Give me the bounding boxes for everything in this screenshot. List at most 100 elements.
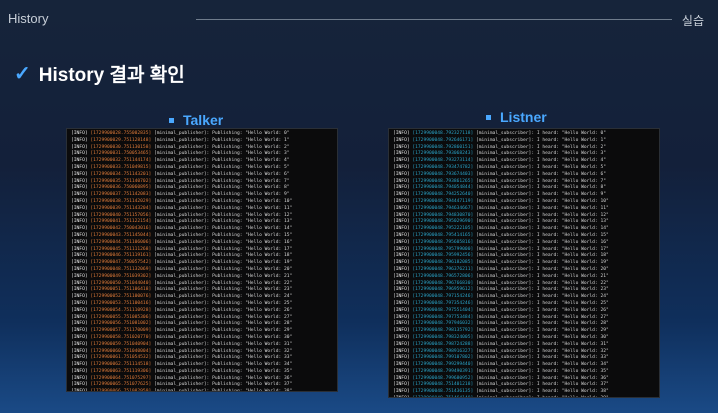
log-line: [INFO] [1729900048.799490391] [minimal_s… [393, 369, 655, 376]
log-message: [minimal_publisher]: Publishing: "Hello … [154, 300, 293, 306]
log-timestamp: [1729900059.751040904] [87, 341, 154, 347]
log-level: [INFO] [393, 144, 410, 150]
log-message: [minimal_publisher]: Publishing: "Hello … [154, 246, 293, 252]
log-message: [minimal_subscriber]: I heard: "Hello Wo… [476, 294, 609, 300]
header-divider [196, 19, 672, 20]
log-line: [INFO] [1729900049.751464140] [minimal_s… [393, 396, 655, 397]
log-timestamp: [1729900052.751100076] [87, 294, 154, 300]
log-message: [minimal_publisher]: Publishing: "Hello … [154, 314, 293, 320]
log-message: [minimal_subscriber]: I heard: "Hello Wo… [476, 232, 609, 238]
log-level: [INFO] [393, 314, 410, 320]
log-message: [minimal_publisher]: Publishing: "Hello … [154, 341, 293, 347]
log-message: [minimal_publisher]: Publishing: "Hello … [154, 137, 290, 143]
log-line: [INFO] [1729900048.793474782] [minimal_s… [393, 165, 655, 172]
log-line: [INFO] [1729900058.751020770] [minimal_p… [71, 335, 333, 342]
log-level: [INFO] [393, 246, 410, 252]
log-timestamp: [1729900043.751145044] [87, 232, 154, 238]
log-timestamp: [1729900048.798724288] [409, 341, 476, 347]
log-level: [INFO] [393, 164, 410, 170]
log-message: [minimal_subscriber]: I heard: "Hello Wo… [476, 375, 609, 381]
log-level: [INFO] [393, 294, 410, 300]
talker-label: Talker [183, 112, 224, 128]
log-message: [minimal_publisher]: Publishing: "Hello … [154, 389, 293, 392]
log-timestamp: [1729900062.751114518] [87, 362, 154, 368]
log-message: [minimal_subscriber]: I heard: "Hello Wo… [476, 389, 609, 395]
log-level: [INFO] [71, 314, 88, 320]
log-level: [INFO] [393, 382, 410, 388]
log-level: [INFO] [393, 287, 410, 293]
log-message: [minimal_subscriber]: I heard: "Hello Wo… [476, 341, 609, 347]
log-line: [INFO] [1729900048.792327118] [minimal_s… [393, 131, 655, 138]
log-message: [minimal_subscriber]: I heard: "Hello Wo… [476, 151, 606, 157]
log-timestamp: [1729900060.751040004] [87, 348, 154, 354]
log-level: [INFO] [393, 396, 410, 397]
log-message: [minimal_publisher]: Publishing: "Hello … [154, 239, 293, 245]
bullet-icon [486, 114, 491, 120]
log-level: [INFO] [393, 280, 410, 286]
log-message: [minimal_subscriber]: I heard: "Hello Wo… [476, 239, 609, 245]
log-level: [INFO] [71, 287, 88, 293]
log-level: [INFO] [393, 219, 410, 225]
log-line: [INFO] [1729900028.755002835] [minimal_p… [71, 131, 333, 138]
log-timestamp: [1729900050.751044040] [87, 280, 154, 286]
log-message: [minimal_subscriber]: I heard: "Hello Wo… [476, 226, 609, 232]
log-line: [INFO] [1729900048.792646171] [minimal_s… [393, 138, 655, 145]
log-message: [minimal_subscriber]: I heard: "Hello Wo… [476, 355, 609, 361]
log-timestamp: [1729900038.751142029] [87, 198, 154, 204]
log-level: [INFO] [393, 334, 410, 340]
log-timestamp: [1729900031.750053465] [87, 151, 154, 157]
log-level: [INFO] [393, 348, 410, 354]
log-message: [minimal_subscriber]: I heard: "Hello Wo… [476, 205, 609, 211]
log-message: [minimal_publisher]: Publishing: "Hello … [154, 321, 293, 327]
log-level: [INFO] [71, 266, 88, 272]
log-message: [minimal_publisher]: Publishing: "Hello … [154, 280, 293, 286]
log-message: [minimal_publisher]: Publishing: "Hello … [154, 273, 293, 279]
log-level: [INFO] [71, 253, 88, 259]
log-line: [INFO] [1729900048.795222105] [minimal_s… [393, 226, 655, 233]
log-message: [minimal_publisher]: Publishing: "Hello … [154, 158, 290, 164]
log-message: [minimal_publisher]: Publishing: "Hello … [154, 348, 293, 354]
log-timestamp: [1729900047.750057542] [87, 260, 154, 266]
log-line: [INFO] [1729900048.798324005] [minimal_s… [393, 335, 655, 342]
log-timestamp: [1729900048.795414165] [409, 232, 476, 238]
log-level: [INFO] [71, 328, 88, 334]
log-message: [minimal_subscriber]: I heard: "Hello Wo… [476, 382, 609, 388]
log-level: [INFO] [393, 178, 410, 184]
log-level: [INFO] [71, 375, 88, 381]
log-timestamp: [1729900065.751077625] [87, 382, 154, 388]
log-message: [minimal_subscriber]: I heard: "Hello Wo… [476, 368, 609, 374]
log-message: [minimal_subscriber]: I heard: "Hello Wo… [476, 178, 606, 184]
log-timestamp: [1729900048.792646171] [409, 137, 476, 143]
log-level: [INFO] [393, 266, 410, 272]
log-level: [INFO] [71, 158, 88, 164]
log-level: [INFO] [393, 389, 410, 395]
log-level: [INFO] [71, 307, 88, 313]
talker-title: Talker [169, 112, 223, 128]
log-line: [INFO] [1729900034.751143201] [minimal_p… [71, 172, 333, 179]
log-level: [INFO] [393, 341, 410, 347]
log-level: [INFO] [393, 171, 410, 177]
log-level: [INFO] [71, 205, 88, 211]
log-timestamp: [1729900048.795992456] [409, 253, 476, 259]
log-line: [INFO] [1729900048.798724288] [minimal_s… [393, 342, 655, 349]
log-line: [INFO] [1729900033.751049815] [minimal_p… [71, 165, 333, 172]
log-timestamp: [1729900053.751100416] [87, 300, 154, 306]
log-line: [INFO] [1729900043.751145044] [minimal_p… [71, 233, 333, 240]
log-line: [INFO] [1729900044.751106006] [minimal_p… [71, 240, 333, 247]
log-level: [INFO] [71, 219, 88, 225]
log-timestamp: [1729900048.751436135] [409, 389, 476, 395]
log-level: [INFO] [71, 246, 88, 252]
log-level: [INFO] [71, 334, 88, 340]
log-level: [INFO] [71, 239, 88, 245]
listner-terminal: [INFO] [1729900048.792327118] [minimal_s… [388, 128, 660, 398]
log-level: [INFO] [71, 348, 88, 354]
log-line: [INFO] [1729900048.793273114] [minimal_s… [393, 158, 655, 165]
log-line: [INFO] [1729900048.796182085] [minimal_s… [393, 260, 655, 267]
log-timestamp: [1729900048.794447119] [409, 198, 476, 204]
log-timestamp: [1729900035.751140702] [87, 178, 154, 184]
log-timestamp: [1729900048.794634667] [409, 205, 476, 211]
log-message: [minimal_subscriber]: I heard: "Hello Wo… [476, 300, 609, 306]
log-message: [minimal_subscriber]: I heard: "Hello Wo… [476, 260, 609, 266]
log-message: [minimal_publisher]: Publishing: "Hello … [154, 219, 293, 225]
log-message: [minimal_subscriber]: I heard: "Hello Wo… [476, 362, 609, 368]
